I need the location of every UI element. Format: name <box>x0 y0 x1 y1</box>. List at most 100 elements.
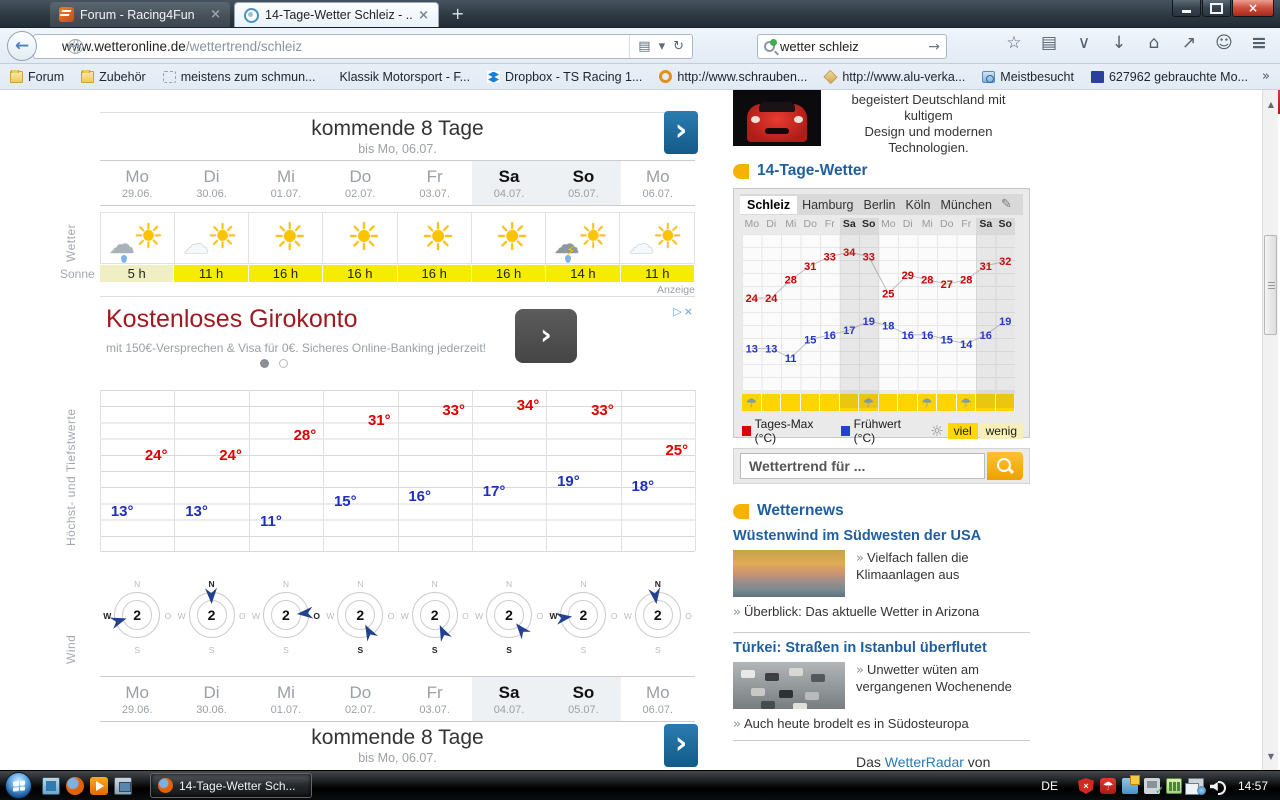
day-column-so[interactable]: So05.07. <box>546 161 620 205</box>
photo-app-icon[interactable] <box>1122 778 1138 794</box>
battery-icon[interactable] <box>1166 778 1182 794</box>
carousel-dot-active[interactable] <box>260 359 269 368</box>
scrollbar-thumb[interactable] <box>1264 235 1277 335</box>
share-icon[interactable]: ↗ <box>1178 33 1200 53</box>
back-button[interactable]: ← <box>7 31 37 61</box>
day-column-sa[interactable]: Sa04.07. <box>472 677 546 721</box>
search-input[interactable] <box>780 39 923 54</box>
trend-search-input[interactable] <box>740 453 985 479</box>
url-dropdown-icon[interactable]: ▾ <box>659 39 666 54</box>
news-article-title[interactable]: Wüstenwind im Südwesten der USA <box>733 528 1030 544</box>
bookmark-star-icon[interactable]: ☆ <box>1003 33 1025 53</box>
close-button[interactable]: × <box>1232 0 1274 17</box>
news-article-image[interactable] <box>733 550 845 597</box>
hello-smiley-icon[interactable]: ☺ <box>1213 33 1235 53</box>
show-desktop-icon[interactable] <box>42 777 60 795</box>
bookmark-item[interactable]: Forum <box>10 70 64 84</box>
next-period-button[interactable]: › <box>664 111 698 154</box>
downloads-icon[interactable]: ↓ <box>1108 33 1130 53</box>
url-bar[interactable]: www.wetteronline.de /wettertrend/schleiz… <box>33 34 693 59</box>
window-switcher-icon[interactable] <box>114 777 132 795</box>
day-column-mo[interactable]: Mo29.06. <box>100 677 174 721</box>
hamburger-menu-icon[interactable]: ≡ <box>1248 32 1270 54</box>
car-ad-text[interactable]: begeistert Deutschland mit kultigem Desi… <box>826 92 1031 156</box>
bookmark-item[interactable]: http://www.alu-verka... <box>824 70 965 84</box>
day-column-mo[interactable]: Mo29.06. <box>100 161 174 205</box>
home-icon[interactable]: ⌂ <box>1143 33 1165 53</box>
adchoices-triangle-icon[interactable]: ▷ <box>673 305 683 318</box>
security-alert-icon[interactable]: × <box>1078 778 1094 794</box>
start-button[interactable] <box>5 772 32 799</box>
day-column-mi[interactable]: Mi01.07. <box>249 677 323 721</box>
media-player-icon[interactable] <box>90 777 108 795</box>
next-period-button[interactable]: › <box>664 724 698 767</box>
car-ad-image[interactable] <box>733 90 821 146</box>
pocket-icon[interactable]: ∨ <box>1073 33 1095 53</box>
mini-chart-plot[interactable]: 2424283133343325292827283132131311151617… <box>742 234 1015 390</box>
bookmark-item[interactable]: http://www.schrauben... <box>659 70 807 84</box>
bookmark-item[interactable]: Klassik Motorsport - F... <box>332 70 470 84</box>
news-article-title[interactable]: Türkei: Straßen in Istanbul überflutet <box>733 640 1030 656</box>
bookmark-item[interactable]: 627962 gebrauchte Mo... <box>1091 70 1248 84</box>
reload-icon[interactable]: ↻ <box>673 39 684 54</box>
tab-close-icon[interactable]: × <box>418 8 429 23</box>
city-tab-schleiz[interactable]: Schleiz <box>740 196 797 214</box>
ad-headline[interactable]: Kostenloses Girokonto <box>106 305 358 334</box>
bookmark-item[interactable]: Dropbox - TS Racing 1... <box>487 70 642 84</box>
maximize-button[interactable] <box>1202 0 1231 17</box>
search-box[interactable]: → <box>757 34 947 59</box>
clock[interactable]: 14:57 <box>1238 779 1268 793</box>
ad-next-button[interactable]: › <box>515 309 577 363</box>
day-column-fr[interactable]: Fr03.07. <box>398 161 472 205</box>
city-tab-köln[interactable]: Köln <box>900 196 935 214</box>
bookmarks-overflow-icon[interactable]: » <box>1252 69 1280 84</box>
reader-list-icon[interactable]: ▤ <box>638 39 650 54</box>
news-related-link[interactable]: »Auch heute brodelt es in Südosteuropa <box>733 716 1030 732</box>
usb-device-icon[interactable]: ✓ <box>1144 778 1160 794</box>
bookmark-item[interactable]: Meistbesucht <box>982 70 1074 84</box>
antivirus-umbrella-icon[interactable]: ☂ <box>1100 778 1116 794</box>
city-tab-münchen[interactable]: München <box>936 196 997 214</box>
tab-forum-racing4fun[interactable]: Forum - Racing4Fun × <box>50 2 230 27</box>
tab-wetter-schleiz[interactable]: 14-Tage-Wetter Schleiz - ... × <box>234 2 439 27</box>
day-column-di[interactable]: Di30.06. <box>174 677 248 721</box>
adchoices-icons[interactable]: ▷× <box>673 305 695 318</box>
scrollbar-down-icon[interactable]: ▼ <box>1264 749 1278 764</box>
day-column-do[interactable]: Do02.07. <box>323 161 397 205</box>
scrollbar-up-icon[interactable]: ▲ <box>1264 97 1278 112</box>
bookmarks-menu-icon[interactable]: ▤ <box>1038 33 1060 53</box>
city-tab-hamburg[interactable]: Hamburg <box>797 196 858 214</box>
news-article-image[interactable] <box>733 662 845 709</box>
network-icon[interactable] <box>1188 778 1204 794</box>
volume-icon[interactable] <box>1210 778 1226 794</box>
day-column-mo[interactable]: Mo06.07. <box>621 161 695 205</box>
day-column-so[interactable]: So05.07. <box>546 677 620 721</box>
day-column-do[interactable]: Do02.07. <box>323 677 397 721</box>
bookmark-item[interactable]: Zubehör <box>81 70 146 84</box>
day-column-mo[interactable]: Mo06.07. <box>621 677 695 721</box>
trend-search-button[interactable] <box>987 452 1023 480</box>
tab-close-icon[interactable]: × <box>210 7 221 22</box>
day-column-sa[interactable]: Sa04.07. <box>472 161 546 205</box>
news-article-teaser[interactable]: »Unwetter wüten am vergangenen Wochenend… <box>856 662 1032 695</box>
language-indicator[interactable]: DE <box>1041 779 1058 793</box>
carousel-dot[interactable] <box>279 359 288 368</box>
new-tab-button[interactable]: + <box>443 4 472 27</box>
bookmark-item[interactable]: meistens zum schmun... <box>163 70 316 84</box>
page-scrollbar[interactable]: ▲ ▼ <box>1262 90 1278 770</box>
news-related-link[interactable]: »Überblick: Das aktuelle Wetter in Arizo… <box>733 604 1030 620</box>
ad-carousel-dots[interactable] <box>260 359 288 368</box>
news-article-teaser[interactable]: »Vielfach fallen die Klimaanlagen aus <box>856 550 1032 583</box>
city-tab-berlin[interactable]: Berlin <box>859 196 901 214</box>
firefox-quicklaunch-icon[interactable] <box>66 777 84 795</box>
adchoices-close-icon[interactable]: × <box>684 305 695 318</box>
edit-cities-pencil-icon[interactable]: ✎ <box>1001 197 1012 212</box>
day-column-mi[interactable]: Mi01.07. <box>249 161 323 205</box>
taskbar-firefox-task[interactable]: 14-Tage-Wetter Sch... <box>150 773 312 798</box>
search-go-icon[interactable]: → <box>928 39 940 55</box>
day-column-fr[interactable]: Fr03.07. <box>398 677 472 721</box>
ad-banner[interactable]: Anzeige ▷× Kostenloses Girokonto mit 150… <box>100 296 695 384</box>
minimize-button[interactable] <box>1172 0 1201 17</box>
radar-link[interactable]: WetterRadar <box>885 754 964 770</box>
day-column-di[interactable]: Di30.06. <box>174 161 248 205</box>
